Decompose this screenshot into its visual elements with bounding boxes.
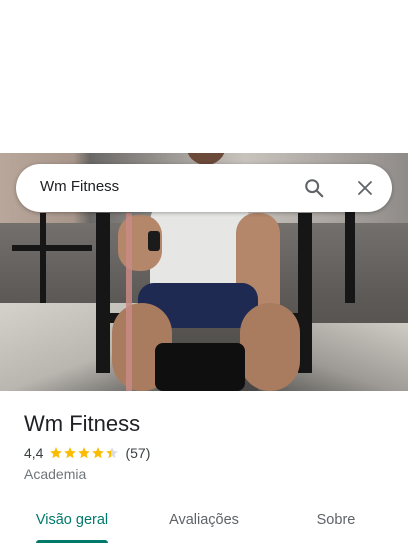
rating-value: 4,4 bbox=[24, 445, 44, 461]
star-icon bbox=[78, 447, 91, 459]
photo-rack bbox=[40, 213, 46, 303]
place-category[interactable]: Academia bbox=[24, 466, 86, 482]
map-area[interactable] bbox=[0, 0, 408, 153]
tab-overview[interactable]: Visão geral bbox=[24, 498, 120, 542]
star-icon bbox=[92, 447, 105, 459]
close-icon[interactable] bbox=[353, 176, 377, 200]
photo-band bbox=[126, 213, 132, 391]
search-query[interactable]: Wm Fitness bbox=[40, 178, 119, 195]
active-tab-indicator bbox=[36, 540, 108, 543]
search-bar[interactable]: Wm Fitness bbox=[16, 164, 392, 212]
photo-rack bbox=[12, 245, 92, 251]
place-name: Wm Fitness bbox=[24, 411, 141, 436]
photo-leg bbox=[240, 303, 300, 391]
photo-watch bbox=[148, 231, 160, 251]
place-tabs: Visão geral Avaliações Sobre bbox=[0, 498, 408, 544]
rating-stars bbox=[49, 446, 119, 460]
review-count[interactable]: (57) bbox=[125, 445, 150, 461]
star-icon bbox=[50, 447, 63, 459]
search-icon[interactable] bbox=[302, 176, 326, 200]
tab-reviews[interactable]: Avaliações bbox=[156, 498, 252, 542]
photo-rack bbox=[96, 213, 110, 373]
photo-bench bbox=[155, 343, 245, 391]
tab-about[interactable]: Sobre bbox=[290, 498, 382, 542]
star-icon bbox=[106, 447, 119, 459]
star-icon bbox=[64, 447, 77, 459]
place-info-panel: Wm Fitness 4,4 (57) Academia Visão geral… bbox=[0, 391, 408, 544]
photo-rack bbox=[298, 213, 312, 373]
rating-row[interactable]: 4,4 (57) bbox=[24, 445, 150, 461]
